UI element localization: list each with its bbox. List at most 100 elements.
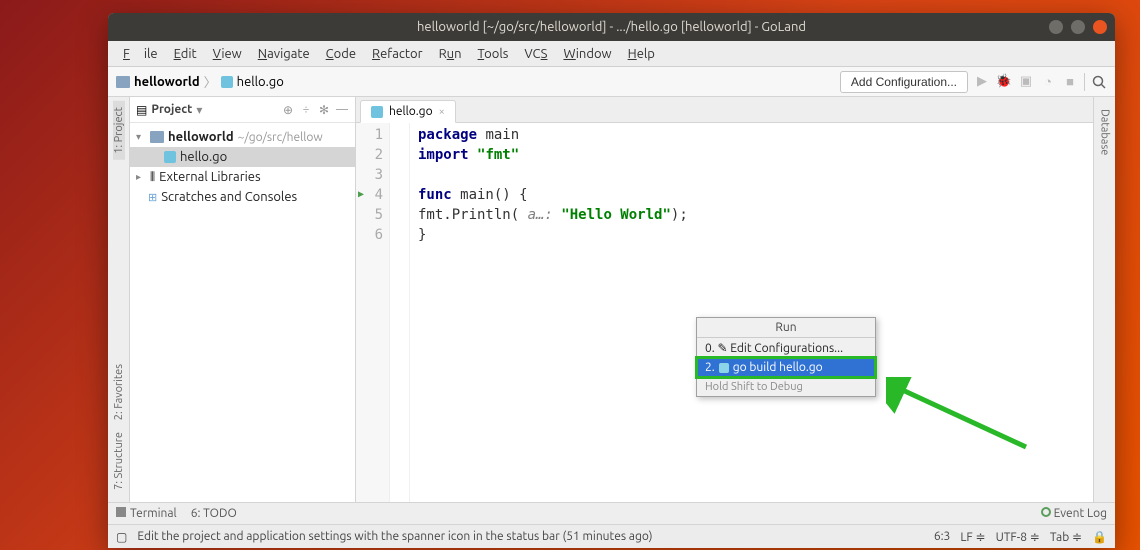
tab-favorites[interactable]: 2: Favorites: [113, 358, 125, 426]
line-number: 1: [356, 125, 383, 145]
tool-window-bar: Terminal 6: TODO Event Log: [108, 502, 1115, 524]
string: "Hello World": [553, 207, 671, 223]
menu-edit[interactable]: Edit: [167, 44, 204, 64]
navbar: helloworld 〉 hello.go Add Configuration.…: [108, 67, 1115, 97]
breadcrumb-file[interactable]: hello.go: [237, 75, 284, 89]
identifier: main() {: [452, 187, 528, 203]
editor-area: hello.go × 1 2 3 4 5 6 ▶ package main im…: [356, 97, 1093, 502]
cursor-position[interactable]: 6:3: [934, 530, 951, 543]
tab-hello-go[interactable]: hello.go ×: [360, 100, 456, 123]
line-number: 3: [356, 165, 383, 185]
menu-refactor[interactable]: Refactor: [365, 44, 430, 64]
project-panel: ▤ Project ▾ ⊕ ÷ ✻ — ▾ helloworld ~/go/sr…: [130, 97, 356, 502]
tool-todo[interactable]: 6: TODO: [191, 507, 237, 520]
popup-item-label: go build hello.go: [733, 361, 823, 374]
tool-event-log[interactable]: Event Log: [1041, 507, 1107, 520]
project-panel-title[interactable]: Project: [151, 103, 192, 116]
minimize-icon[interactable]: [1049, 20, 1063, 34]
tab-structure[interactable]: 7: Structure: [113, 426, 125, 496]
popup-edit-configurations[interactable]: 0. ✎ Edit Configurations...: [697, 338, 875, 358]
target-icon[interactable]: ⊕: [281, 103, 295, 117]
fold-gutter: [390, 123, 410, 502]
tree-root[interactable]: ▾ helloworld ~/go/src/hellow: [130, 127, 355, 147]
menu-file[interactable]: File: [116, 44, 165, 64]
menu-vcs[interactable]: VCS: [517, 44, 554, 64]
popup-go-build[interactable]: 2. go build hello.go: [697, 358, 875, 377]
lock-icon[interactable]: 🔒: [1092, 530, 1107, 544]
expand-icon[interactable]: ▸: [136, 171, 146, 183]
breadcrumb: helloworld 〉 hello.go: [116, 72, 284, 91]
libs-icon: ⫼: [150, 171, 155, 184]
project-tree: ▾ helloworld ~/go/src/hellow hello.go ▸ …: [130, 123, 355, 211]
search-icon[interactable]: [1091, 74, 1107, 90]
encoding[interactable]: UTF-8 ≑: [996, 530, 1040, 544]
menu-navigate[interactable]: Navigate: [251, 44, 317, 64]
tab-label: hello.go: [389, 105, 433, 118]
stop-icon[interactable]: ■: [1062, 74, 1078, 90]
menubar: File Edit View Navigate Code Refactor Ru…: [108, 41, 1115, 67]
hide-icon[interactable]: —: [335, 103, 349, 116]
tab-project[interactable]: 1: Project: [113, 101, 125, 160]
code-text: );: [671, 207, 688, 223]
go-file-icon: [164, 151, 176, 163]
tree-scratches[interactable]: ⊞ Scratches and Consoles: [130, 187, 355, 207]
profile-icon[interactable]: ◔: [1040, 74, 1056, 90]
scratches-icon: ⊞: [148, 191, 157, 204]
menu-code[interactable]: Code: [319, 44, 363, 64]
event-log-icon: [1041, 507, 1051, 517]
left-tool-strip: 1: Project 2: Favorites 7: Structure: [108, 97, 130, 502]
window-controls: [1049, 20, 1107, 34]
project-panel-header: ▤ Project ▾ ⊕ ÷ ✻ —: [130, 97, 355, 123]
ide-window: helloworld [~/go/src/helloworld] - .../h…: [108, 13, 1115, 548]
close-icon[interactable]: [1093, 20, 1107, 34]
close-tab-icon[interactable]: ×: [439, 106, 445, 118]
popup-title: Run: [697, 318, 875, 338]
add-configuration-button[interactable]: Add Configuration...: [840, 71, 968, 93]
editor-tabs: hello.go ×: [356, 97, 1093, 123]
code-editor[interactable]: 1 2 3 4 5 6 ▶ package main import "fmt" …: [356, 123, 1093, 502]
file-name: hello.go: [180, 150, 227, 164]
separator: [1084, 73, 1085, 91]
coverage-icon[interactable]: ▣: [1018, 74, 1034, 90]
line-separator[interactable]: LF ≑: [960, 530, 985, 544]
libs-label: External Libraries: [159, 170, 261, 184]
code-content[interactable]: package main import "fmt" func main() { …: [410, 123, 1093, 502]
debug-icon[interactable]: 🐞: [996, 74, 1012, 90]
keyword: func: [418, 187, 452, 203]
folder-icon: [116, 76, 130, 88]
line-number: 5: [356, 205, 383, 225]
popup-item-prefix: 2.: [705, 361, 715, 374]
root-name: helloworld: [168, 130, 234, 144]
line-number: 6: [356, 225, 383, 245]
project-dropdown-icon[interactable]: ▾: [196, 103, 202, 117]
root-path: ~/go/src/hellow: [238, 131, 323, 144]
window-title: helloworld [~/go/src/helloworld] - .../h…: [417, 20, 806, 34]
status-tip-icon[interactable]: ▢: [116, 530, 127, 544]
run-gutter-icon[interactable]: ▶: [358, 185, 364, 205]
param-hint: a…:: [528, 207, 553, 223]
breadcrumb-project[interactable]: helloworld: [134, 75, 200, 89]
run-icon[interactable]: ▶: [974, 74, 990, 90]
indent[interactable]: Tab ≑: [1050, 530, 1082, 544]
go-file-icon: [371, 106, 383, 118]
status-bar: ▢ Edit the project and application setti…: [108, 524, 1115, 548]
maximize-icon[interactable]: [1071, 20, 1085, 34]
menu-help[interactable]: Help: [621, 44, 662, 64]
popup-footer: Hold Shift to Debug: [697, 377, 875, 396]
menu-view[interactable]: View: [206, 44, 249, 64]
collapse-icon[interactable]: ÷: [299, 103, 313, 116]
nav-right: Add Configuration... ▶ 🐞 ▣ ◔ ■: [840, 71, 1107, 93]
tree-external-libs[interactable]: ▸ ⫼ External Libraries: [130, 167, 355, 187]
go-file-icon: [221, 76, 233, 88]
tree-file-hello[interactable]: hello.go: [130, 147, 355, 167]
tab-database[interactable]: Database: [1099, 103, 1111, 161]
run-popup: Run 0. ✎ Edit Configurations... 2. go bu…: [696, 317, 876, 397]
gear-icon[interactable]: ✻: [317, 103, 331, 117]
menu-window[interactable]: Window: [556, 44, 618, 64]
go-icon: [719, 363, 729, 373]
expand-icon[interactable]: ▾: [136, 131, 146, 143]
folder-icon: [150, 131, 164, 143]
menu-tools[interactable]: Tools: [471, 44, 516, 64]
tool-terminal[interactable]: Terminal: [116, 507, 177, 520]
menu-run[interactable]: Run: [432, 44, 469, 64]
